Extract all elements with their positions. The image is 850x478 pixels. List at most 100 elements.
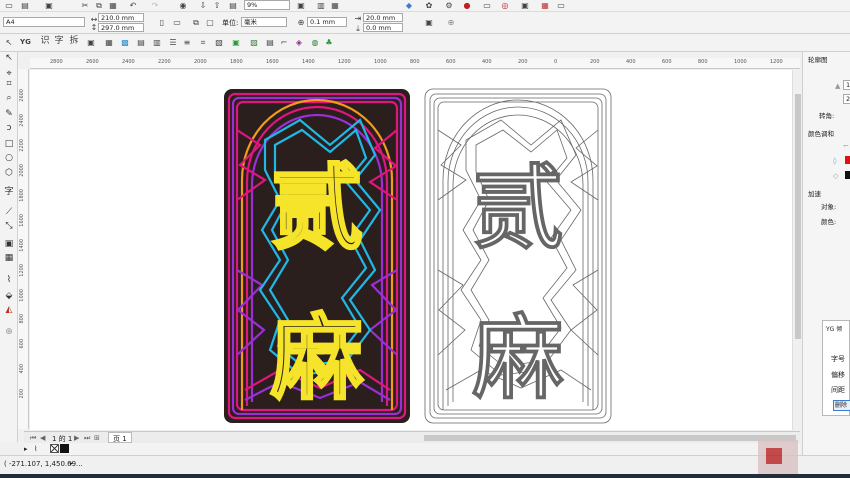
zoom-level-select[interactable]: 9% — [244, 0, 290, 10]
redo-icon[interactable]: ↷ — [150, 1, 160, 10]
parallel-dimension-icon[interactable]: ⟋ — [3, 206, 15, 218]
outline-artwork[interactable]: 贰 麻 — [424, 88, 612, 424]
globe-icon[interactable]: ◍ — [310, 38, 320, 47]
new-document-icon[interactable]: ▭ — [4, 1, 14, 10]
recognize-text-button[interactable]: 识 — [39, 37, 51, 46]
yg-plugin-icon[interactable]: YG — [20, 38, 31, 47]
page-size-select[interactable]: A4 — [3, 17, 85, 27]
vertical-scrollbar[interactable] — [792, 70, 802, 430]
grid-icon[interactable]: ▦ — [104, 38, 114, 47]
crop-icon[interactable]: ⌐ — [279, 38, 289, 47]
horizontal-scroll-thumb[interactable] — [424, 435, 796, 441]
all-pages-icon[interactable]: ⧉ — [191, 18, 201, 27]
duplicate-y-field[interactable]: 0.0 mm — [363, 23, 403, 32]
plugin-icon-4[interactable]: ▣ — [520, 1, 530, 10]
add-preset-icon[interactable]: ⊕ — [446, 18, 456, 27]
eyedropper-palette-icon[interactable]: ⌇ — [34, 445, 37, 453]
duplicate-x-field[interactable]: 20.0 mm — [363, 13, 403, 22]
outline-char-top[interactable]: 贰 — [472, 155, 565, 263]
undo-icon[interactable]: ↶ — [128, 1, 138, 10]
table-icon[interactable]: ▥ — [152, 38, 162, 47]
copy-icon[interactable]: ⧉ — [94, 1, 104, 10]
offset-field[interactable]: 25 — [843, 94, 850, 104]
export-icon[interactable]: ⇧ — [212, 1, 222, 10]
ellipse-tool-icon[interactable]: ○ — [3, 152, 15, 164]
page-width-field[interactable]: 210.0 mm — [98, 13, 144, 22]
portrait-icon[interactable]: ▯ — [157, 18, 167, 27]
black-swatch[interactable] — [60, 444, 69, 453]
app-launcher-icon[interactable]: ⚙ — [444, 1, 454, 10]
picture-frame-icon[interactable]: ▨ — [249, 38, 259, 47]
plugin-icon-1[interactable]: ● — [462, 1, 472, 10]
horizontal-ruler[interactable]: 2800 2600 2400 2200 2000 1800 1600 1400 1200 1000… — [30, 58, 800, 69]
drop-shadow-icon[interactable]: ▣ — [3, 238, 15, 250]
transparency-icon[interactable]: ▦ — [3, 252, 15, 264]
freehand-tool-icon[interactable]: ✎ — [3, 108, 15, 120]
neon-char-bottom[interactable]: 麻 — [269, 304, 364, 414]
plugin-icon-2[interactable]: ▭ — [482, 1, 492, 10]
status-expand-icon[interactable]: ▸ — [70, 460, 73, 467]
artistic-media-icon[interactable]: ↄ — [3, 122, 15, 134]
show-grid-icon[interactable]: ▦ — [330, 1, 340, 10]
expand-palette-icon[interactable]: ▸ — [24, 445, 28, 453]
publish-pdf-icon[interactable]: ▤ — [228, 1, 238, 10]
color-icon[interactable]: ◈ — [294, 38, 304, 47]
page-height-field[interactable]: 297.0 mm — [98, 23, 144, 32]
qr-icon[interactable]: ▩ — [120, 38, 130, 47]
treat-as-filled-icon[interactable]: ▣ — [424, 18, 434, 27]
outline-color-swatch[interactable] — [845, 156, 850, 164]
save-icon[interactable]: ▣ — [44, 1, 54, 10]
last-page-icon[interactable]: ⏭ — [84, 434, 90, 443]
bitmap-icon[interactable]: ▧ — [214, 38, 224, 47]
interactive-fill-icon[interactable]: ⬙ — [3, 290, 15, 302]
split-text-button[interactable]: 拆 — [68, 37, 80, 46]
neon-char-top[interactable]: 贰 — [269, 154, 364, 264]
landscape-icon[interactable]: ▭ — [172, 18, 182, 27]
plugin-icon-6[interactable]: ▭ — [556, 1, 566, 10]
text-tool-icon[interactable]: 字 — [3, 186, 15, 198]
crop-tool-icon[interactable]: ⌗ — [3, 78, 15, 90]
next-page-icon[interactable]: ▶ — [74, 434, 79, 442]
corel-connect-icon[interactable]: ◉ — [178, 1, 188, 10]
options-icon[interactable]: ✿ — [424, 1, 434, 10]
fill-color-swatch[interactable] — [845, 171, 850, 179]
cut-icon[interactable]: ✂ — [80, 1, 90, 10]
paste-icon[interactable]: ▦ — [108, 1, 118, 10]
current-page-icon[interactable]: ▢ — [205, 18, 215, 27]
outline-char-bottom[interactable]: 麻 — [472, 305, 565, 413]
show-rulers-icon[interactable]: ▥ — [316, 1, 326, 10]
tree-icon[interactable]: ♣ — [324, 38, 334, 47]
stack-icon[interactable]: ☰ — [168, 38, 178, 47]
vertical-scroll-thumb[interactable] — [795, 94, 801, 339]
neon-artwork[interactable]: 贰 麻 — [224, 89, 410, 423]
import-icon[interactable]: ⇩ — [198, 1, 208, 10]
connector-tool-icon[interactable]: ⤡ — [3, 220, 15, 232]
first-page-icon[interactable]: ⏮ — [30, 434, 36, 443]
page-tab-1[interactable]: 页 1 — [108, 432, 132, 443]
plugin-icon-5[interactable]: ▦ — [540, 1, 550, 10]
vertical-ruler[interactable]: 2600 2400 2200 2000 1800 1600 1400 1200 1000 800 6… — [18, 69, 29, 429]
lines-icon[interactable]: ≡ — [182, 38, 192, 47]
nudge-distance-field[interactable]: 0.1 mm — [307, 17, 347, 27]
pick-tool-icon[interactable]: ↖ — [4, 38, 14, 47]
delete-button[interactable]: 删除 — [833, 400, 850, 411]
image-icon[interactable]: ▣ — [231, 38, 241, 47]
distribute-icon[interactable]: ▤ — [136, 38, 146, 47]
full-screen-icon[interactable]: ▣ — [296, 1, 306, 10]
add-page-icon[interactable]: ⊞ — [94, 434, 100, 442]
eyedropper-icon[interactable]: ⌇ — [3, 274, 15, 286]
pick-icon[interactable]: ↖ — [3, 52, 15, 64]
rectangle-tool-icon[interactable]: □ — [3, 138, 15, 150]
export-image-icon[interactable]: ▤ — [265, 38, 275, 47]
polygon-tool-icon[interactable]: ⬡ — [3, 167, 15, 179]
plugin-icon-3[interactable]: ◎ — [500, 1, 510, 10]
align-icon[interactable]: ▣ — [86, 38, 96, 47]
drawing-canvas[interactable]: 贰 麻 贰 麻 — [30, 70, 792, 430]
open-folder-icon[interactable]: ▤ — [20, 1, 30, 10]
smart-fill-icon[interactable]: ◭ — [3, 304, 15, 316]
glyph-button[interactable]: 字 — [53, 37, 65, 46]
steps-field[interactable]: 1 — [843, 80, 850, 90]
prev-page-icon[interactable]: ◀ — [40, 434, 45, 442]
units-select[interactable]: 毫米 — [241, 17, 287, 27]
add-tool-icon[interactable]: ⊕ — [3, 326, 15, 338]
